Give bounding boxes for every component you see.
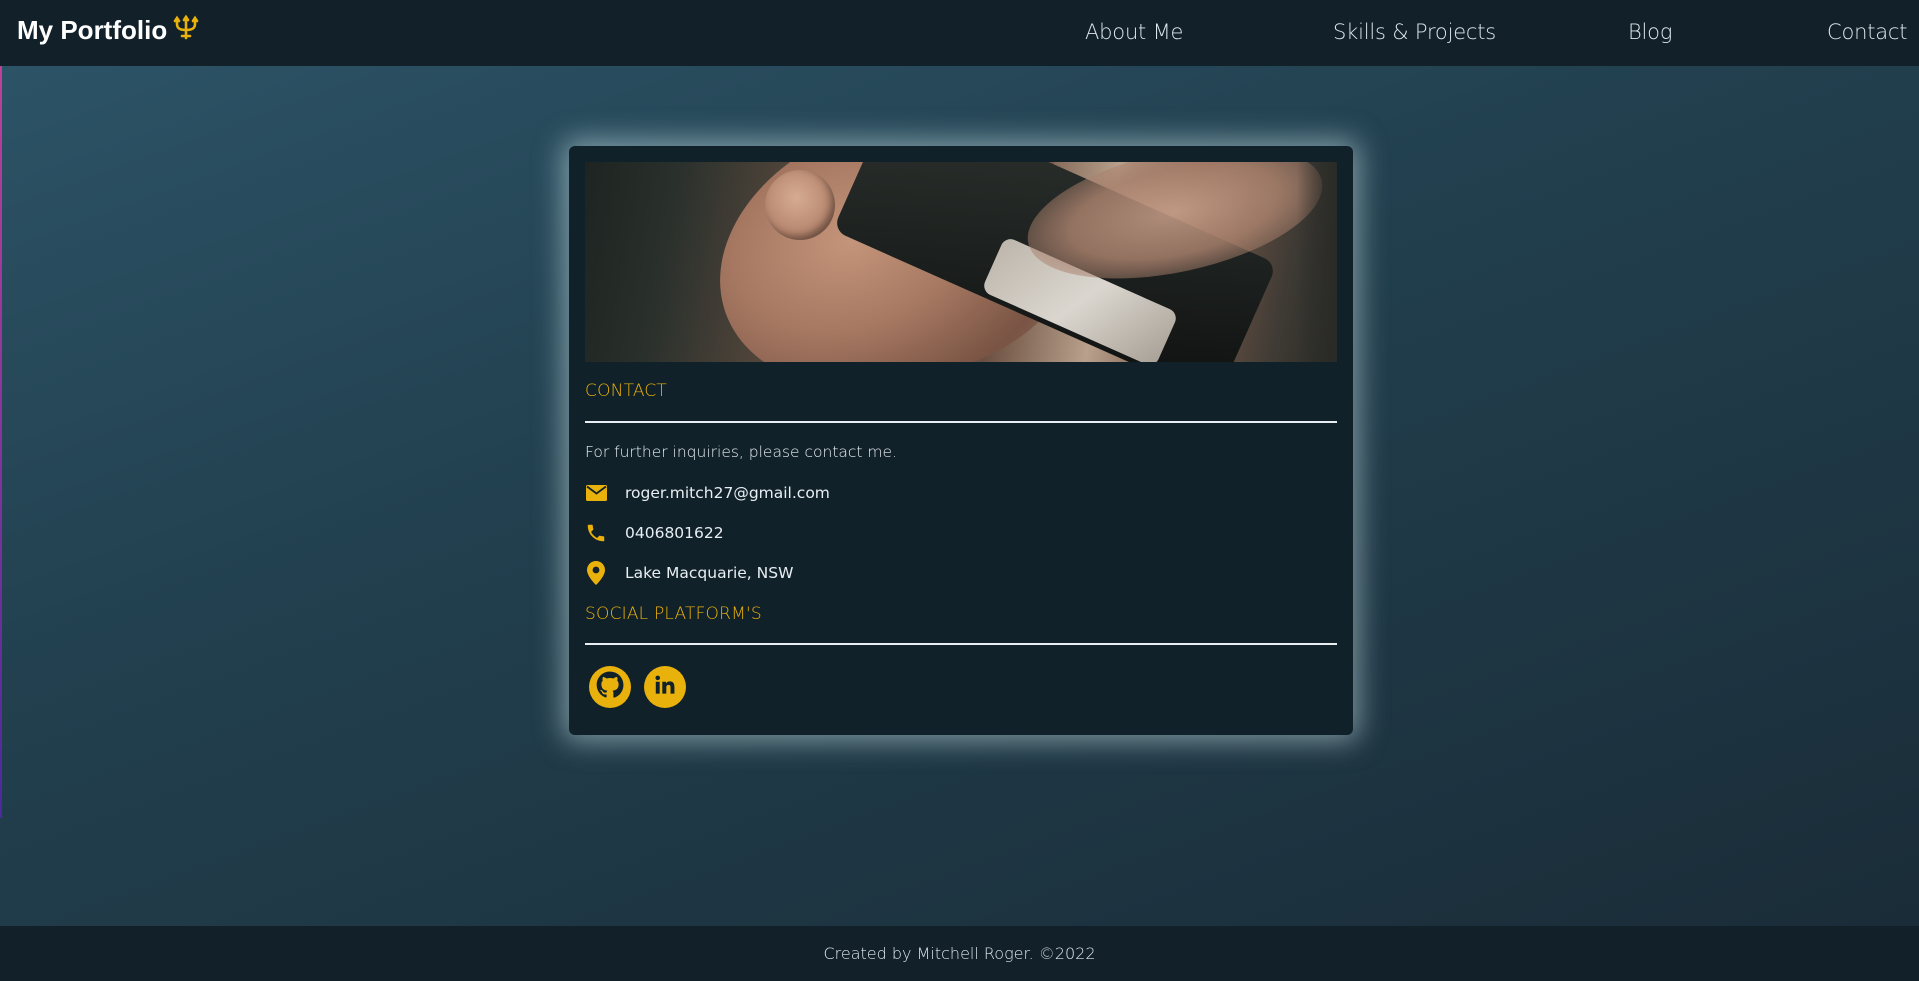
linkedin-icon: [652, 672, 678, 702]
nav-blog[interactable]: Blog: [1628, 20, 1672, 44]
email-row: roger.mitch27@gmail.com: [585, 480, 830, 506]
brand-title: My Portfolio: [17, 15, 168, 45]
footer-credit: Created by Mitchell Roger. ©2022: [823, 944, 1096, 963]
social-divider: [585, 643, 1337, 645]
nav-skills-projects[interactable]: Skills & Projects: [1333, 20, 1496, 44]
nav-contact[interactable]: Contact: [1827, 20, 1908, 44]
email-link[interactable]: roger.mitch27@gmail.com: [625, 484, 830, 502]
phone-row: 0406801622: [585, 520, 724, 546]
location-text: Lake Macquarie, NSW: [625, 564, 794, 582]
github-icon: [593, 668, 627, 706]
contact-card: CONTACT For further inquiries, please co…: [569, 146, 1353, 735]
email-icon: [585, 482, 607, 504]
trident-icon: [173, 14, 199, 47]
github-link[interactable]: [589, 666, 631, 708]
social-heading: SOCIAL PLATFORM'S: [585, 604, 762, 624]
edge-strip: [0, 66, 2, 818]
linkedin-link[interactable]: [644, 666, 686, 708]
hero-image-phone-in-hands: [585, 162, 1337, 362]
contact-heading: CONTACT: [585, 381, 668, 401]
location-row: Lake Macquarie, NSW: [585, 560, 793, 586]
brand-logo[interactable]: My Portfolio: [17, 14, 199, 47]
thumb-shape: [765, 170, 835, 240]
image-shade: [1297, 162, 1337, 362]
location-pin-icon: [585, 561, 607, 585]
contact-divider: [585, 421, 1337, 423]
contact-intro: For further inquiries, please contact me…: [585, 443, 897, 461]
navbar: My Portfolio About Me Skills & Projects …: [0, 0, 1919, 66]
footer: Created by Mitchell Roger. ©2022: [0, 926, 1919, 981]
phone-icon: [585, 522, 607, 544]
nav-about-me[interactable]: About Me: [1085, 20, 1183, 44]
phone-link[interactable]: 0406801622: [625, 524, 724, 542]
